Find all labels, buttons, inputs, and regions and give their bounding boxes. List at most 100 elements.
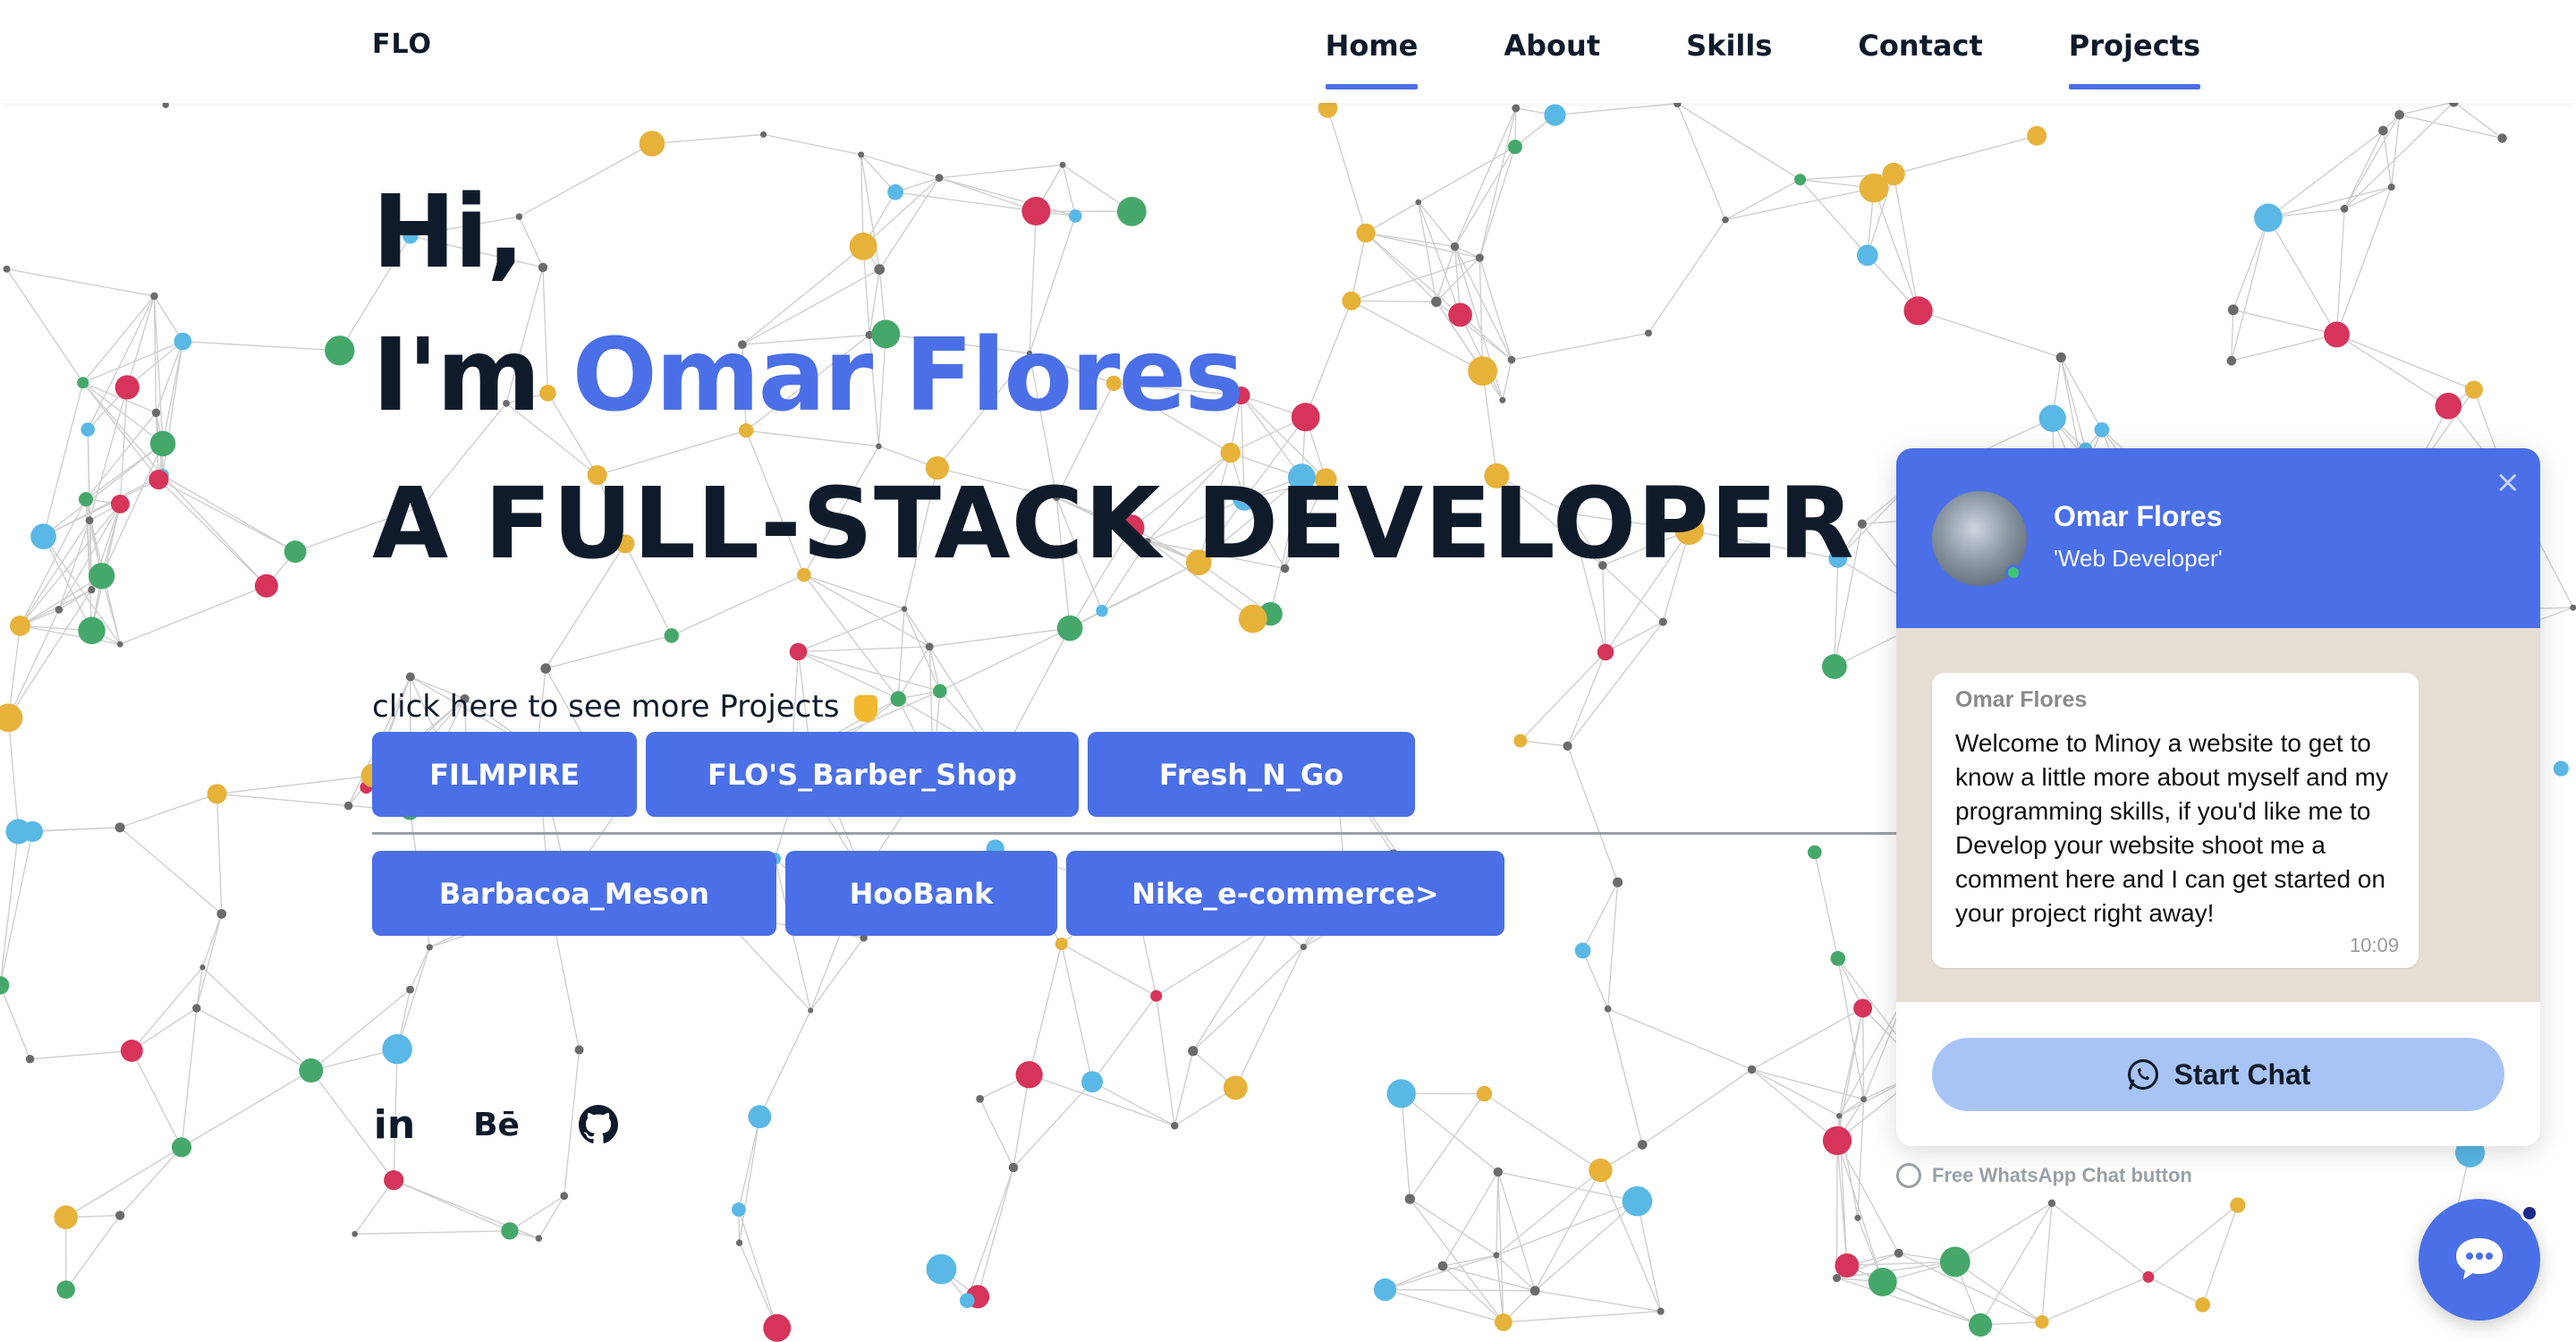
chat-body: Omar Flores Welcome to Minoy a website t… xyxy=(1896,628,2540,1002)
network-node xyxy=(89,563,115,590)
nav-links: Home About Skills Contact Projects xyxy=(1240,0,2201,103)
network-node xyxy=(1563,741,1572,751)
close-icon[interactable]: × xyxy=(2496,464,2521,500)
network-node xyxy=(1807,845,1822,860)
network-node xyxy=(1171,1121,1179,1130)
network-node xyxy=(116,641,123,648)
network-node xyxy=(1096,605,1108,617)
network-node xyxy=(2378,125,2388,136)
network-node xyxy=(21,820,44,843)
network-node xyxy=(976,1094,985,1103)
powered-by[interactable]: Free WhatsApp Chat button xyxy=(1896,1163,2192,1188)
projects-hint-text: click here to see more Projects xyxy=(372,689,840,725)
github-icon[interactable] xyxy=(576,1102,621,1147)
network-node xyxy=(110,494,130,514)
network-node xyxy=(1150,990,1163,1002)
network-node xyxy=(1868,1268,1897,1296)
behance-icon[interactable]: Bē xyxy=(473,1102,520,1147)
hero-im: I'm xyxy=(372,318,541,434)
network-node xyxy=(25,1055,35,1064)
network-node xyxy=(2254,203,2283,233)
network-node xyxy=(858,151,865,158)
network-node xyxy=(574,1045,584,1055)
network-node xyxy=(85,516,94,525)
network-node xyxy=(406,985,414,994)
powered-by-text: Free WhatsApp Chat button xyxy=(1932,1164,2192,1186)
chat-footer: Start Chat xyxy=(1896,1002,2540,1146)
network-node xyxy=(343,801,353,811)
network-node xyxy=(1597,643,1614,661)
network-node xyxy=(925,642,934,651)
network-node xyxy=(2055,352,2066,363)
network-node xyxy=(2435,392,2462,420)
project-button-barber-shop[interactable]: FLO'S_Barber_Shop xyxy=(646,732,1079,817)
network-node xyxy=(148,469,169,490)
message-text: Welcome to Minoy a website to get to kno… xyxy=(1955,729,2388,927)
network-node xyxy=(284,540,307,564)
powered-by-icon xyxy=(1896,1163,1921,1188)
network-node xyxy=(2230,1197,2246,1213)
network-node xyxy=(382,1033,412,1065)
network-node xyxy=(2394,109,2404,120)
hero-name: Omar Flores xyxy=(572,318,1244,434)
navbar: FLO Home About Skills Contact Projects xyxy=(0,0,2576,103)
network-node xyxy=(207,784,227,804)
network-node xyxy=(80,422,96,437)
nav-projects[interactable]: Projects xyxy=(2068,0,2201,89)
nav-home[interactable]: Home xyxy=(1325,0,1418,89)
network-node xyxy=(149,430,176,457)
network-node xyxy=(2387,183,2395,191)
network-node xyxy=(890,691,906,707)
network-node xyxy=(1658,617,1667,626)
network-node xyxy=(735,1239,743,1246)
network-node xyxy=(1238,604,1267,633)
network-node xyxy=(2340,204,2349,213)
project-button-filmpire[interactable]: FILMPIRE xyxy=(372,732,637,817)
network-node xyxy=(933,684,947,699)
network-node xyxy=(352,1230,359,1237)
network-node xyxy=(1015,1061,1043,1089)
network-node xyxy=(0,703,23,733)
chat-toggle-button[interactable] xyxy=(2419,1199,2540,1321)
network-node xyxy=(2227,304,2239,316)
notification-dot xyxy=(2521,1204,2538,1222)
project-button-nike-ecommerce[interactable]: Nike_e-commerce> xyxy=(1066,851,1504,936)
network-node xyxy=(216,909,227,919)
nav-contact[interactable]: Contact xyxy=(1858,0,1982,89)
chat-contact-name: Omar Flores xyxy=(2054,500,2223,532)
network-node xyxy=(0,976,10,995)
linkedin-icon[interactable]: in xyxy=(372,1102,417,1148)
network-node xyxy=(1300,943,1307,950)
network-node xyxy=(1830,951,1846,966)
social-links: in Bē xyxy=(372,1102,678,1148)
network-node xyxy=(664,628,679,643)
logo[interactable]: FLO xyxy=(372,29,432,60)
chat-bubble-icon xyxy=(2456,1238,2503,1279)
network-node xyxy=(731,1202,746,1217)
hero-intro: I'm Omar Flores xyxy=(372,295,1855,456)
message-author: Omar Flores xyxy=(1955,687,2088,712)
start-chat-button[interactable]: Start Chat xyxy=(1932,1038,2504,1111)
network-node xyxy=(1637,1140,1648,1150)
network-node xyxy=(2195,1296,2210,1312)
network-node xyxy=(1747,1065,1757,1074)
network-node xyxy=(763,1313,792,1342)
project-button-barbacoa-meson[interactable]: Barbacoa_Meson xyxy=(372,851,776,936)
network-node xyxy=(55,606,64,614)
network-node xyxy=(1836,1112,1843,1119)
nav-skills[interactable]: Skills xyxy=(1686,0,1772,89)
network-node xyxy=(1589,1158,1613,1183)
avatar xyxy=(1932,491,2027,586)
network-node xyxy=(926,1253,957,1285)
project-button-fresh-n-go[interactable]: Fresh_N_Go xyxy=(1088,732,1415,817)
project-button-hoobank[interactable]: HooBank xyxy=(785,851,1057,936)
network-node xyxy=(560,1192,569,1201)
network-node xyxy=(1833,1273,1842,1283)
nav-about[interactable]: About xyxy=(1504,0,1600,89)
network-node xyxy=(1969,1312,1993,1337)
network-node xyxy=(2035,1314,2049,1329)
network-node xyxy=(1530,1286,1540,1296)
network-node xyxy=(3,265,11,273)
network-node xyxy=(56,1280,75,1299)
network-node xyxy=(30,523,56,549)
